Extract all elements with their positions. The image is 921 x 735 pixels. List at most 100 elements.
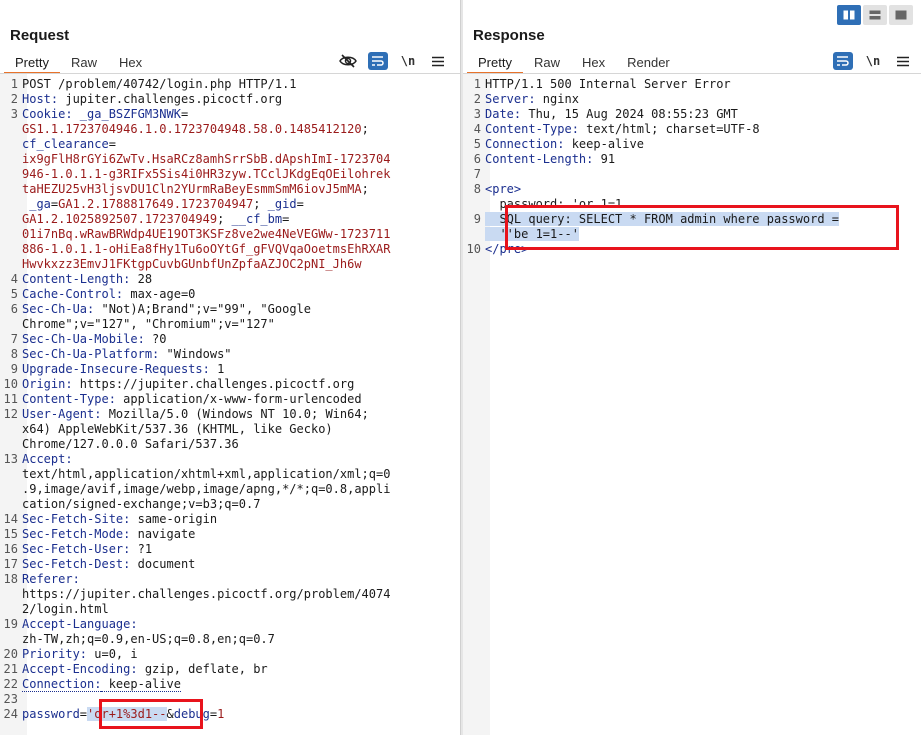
code-line: 2 Server: nginx (463, 92, 919, 107)
code-line: 18 Referer: (0, 572, 458, 587)
code-token: "Not)A;Brand";v="99", "Google (94, 302, 311, 316)
tab-render[interactable]: Render (616, 52, 681, 74)
line-content: Referer: (22, 572, 80, 587)
layout-tabs-icon[interactable] (889, 5, 913, 25)
line-content: cf_clearance= (22, 137, 116, 152)
sql-query-highlight-box (505, 205, 899, 250)
code-token: Accept: (22, 452, 73, 466)
code-token: = (108, 137, 116, 151)
line-number: 2 (473, 92, 481, 106)
code-token: Connection: (485, 137, 565, 151)
line-number: 21 (3, 662, 18, 676)
wrap-lines-icon[interactable] (368, 52, 388, 70)
tab-pretty[interactable]: Pretty (467, 52, 523, 74)
code-token: Server: (485, 92, 536, 106)
code-line: 15 Sec-Fetch-Mode: navigate (0, 527, 458, 542)
menu-icon[interactable] (428, 52, 448, 70)
line-number: 7 (473, 167, 481, 181)
code-token: keep-alive (101, 677, 181, 692)
code-line: 4 Content-Type: text/html; charset=UTF-8 (463, 122, 919, 137)
code-line: 16 Sec-Fetch-User: ?1 (0, 542, 458, 557)
code-token: 2/login.html (22, 602, 109, 616)
line-content: Sec-Fetch-Site: same-origin (22, 512, 217, 527)
tab-raw[interactable]: Raw (523, 52, 571, 74)
code-token: taHEZU25vH3ljsvDU1Cln2YUrmRaBeyEsmmSmM6i… (22, 182, 362, 196)
line-number (0, 482, 22, 497)
eye-slash-icon[interactable] (338, 52, 358, 70)
code-token: https://jupiter.challenges.picoctf.org/p… (22, 587, 391, 601)
wrap-lines-icon[interactable] (833, 52, 853, 70)
code-token: _ga_BSZFGM3NWK (72, 107, 181, 121)
line-content: Accept: (22, 452, 73, 467)
line-number (0, 422, 22, 437)
line-content: .9,image/avif,image/webp,image/apng,*/*;… (22, 482, 390, 497)
line-content: Connection: keep-alive (22, 677, 181, 692)
line-content: Content-Length: 28 (22, 272, 152, 287)
code-token: max-age=0 (123, 287, 196, 301)
code-token: text/html,application/xhtml+xml,applicat… (22, 467, 391, 481)
code-token: Hwvkxzz3EmvJ1FKtgpCuvbGUnbfUnZpfaAZJOC2p… (22, 257, 362, 271)
request-editor[interactable]: 1 POST /problem/40742/login.php HTTP/1.1 2… (0, 77, 458, 722)
code-token: _gid (267, 197, 297, 211)
line-number: 19 (3, 617, 18, 631)
code-token: navigate (130, 527, 196, 541)
code-token: Content-Type: (485, 122, 579, 136)
line-number (0, 602, 22, 617)
line-content: Host: jupiter.challenges.picoctf.org (22, 92, 282, 107)
code-token: Priority: (22, 647, 88, 661)
code-line: 13 Accept: (0, 452, 458, 467)
menu-icon[interactable] (893, 52, 913, 70)
line-content: Content-Type: application/x-www-form-url… (22, 392, 362, 407)
layout-split-icon[interactable] (837, 5, 861, 25)
line-content: Upgrade-Insecure-Requests: 1 (22, 362, 224, 377)
line-content: HTTP/1.1 500 Internal Server Error (485, 77, 731, 92)
line-content: x64) AppleWebKit/537.36 (KHTML, like Gec… (22, 422, 333, 437)
code-token: same-origin (130, 512, 218, 526)
code-token: _ga (22, 197, 51, 211)
code-token: https://jupiter.challenges.picoctf.org (72, 377, 355, 391)
newline-toggle[interactable]: \n (863, 52, 883, 70)
code-token: x64) AppleWebKit/537.36 (KHTML, like Gec… (22, 422, 333, 436)
code-token: Chrome/127.0.0.0 Safari/537.36 (22, 437, 239, 451)
line-content: Sec-Fetch-User: ?1 (22, 542, 152, 557)
code-line: 5 Cache-Control: max-age=0 (0, 287, 458, 302)
code-token: = (180, 107, 189, 121)
code-line: 3 Date: Thu, 15 Aug 2024 08:55:23 GMT (463, 107, 919, 122)
tab-pretty[interactable]: Pretty (4, 52, 60, 74)
code-token: = (282, 212, 290, 226)
code-token: .9,image/avif,image/webp,image/apng,*/*;… (22, 482, 391, 496)
code-line: 6 Content-Length: 91 (463, 152, 919, 167)
code-token: ; (361, 122, 369, 136)
line-number (463, 197, 485, 212)
tab-hex[interactable]: Hex (108, 52, 153, 74)
code-line: 14 Sec-Fetch-Site: same-origin (0, 512, 458, 527)
line-number: 4 (10, 272, 18, 286)
line-number: 22 (3, 677, 18, 691)
code-line: Hwvkxzz3EmvJ1FKtgpCuvbGUnbfUnZpfaAZJOC2p… (0, 257, 458, 272)
tab-hex[interactable]: Hex (571, 52, 616, 74)
tab-raw[interactable]: Raw (60, 52, 108, 74)
code-token: User-Agent: (22, 407, 102, 421)
line-number (0, 257, 22, 272)
line-number: 6 (473, 152, 481, 166)
line-number: 15 (3, 527, 18, 541)
code-line: Chrome/127.0.0.0 Safari/537.36 (0, 437, 458, 452)
code-line: 7 Sec-Ch-Ua-Mobile: ?0 (0, 332, 458, 347)
code-token: Connection: (22, 677, 102, 692)
code-line: 4 Content-Length: 28 (0, 272, 458, 287)
code-token: Sec-Fetch-Site: (22, 512, 131, 526)
code-line: 2 Host: jupiter.challenges.picoctf.org (0, 92, 458, 107)
line-number: 20 (3, 647, 18, 661)
code-token: Date: (485, 107, 522, 121)
line-content: zh-TW,zh;q=0.9,en-US;q=0.8,en;q=0.7 (22, 632, 275, 647)
code-token: HTTP/1.1 500 Internal Server Error (485, 77, 731, 91)
line-content: Sec-Ch-Ua: "Not)A;Brand";v="99", "Google (22, 302, 311, 317)
code-token: __cf_bm (231, 212, 283, 226)
code-token: <pre> (485, 182, 522, 196)
line-number: 12 (3, 407, 18, 421)
layout-horizontal-icon[interactable] (863, 5, 887, 25)
line-number: 4 (473, 122, 481, 136)
code-token: "Windows" (159, 347, 232, 361)
newline-toggle[interactable]: \n (398, 52, 418, 70)
line-content: ix9gFlH8rGYi6ZwTv.HsaRCz8amhSrrSbB.dApsh… (22, 152, 390, 167)
